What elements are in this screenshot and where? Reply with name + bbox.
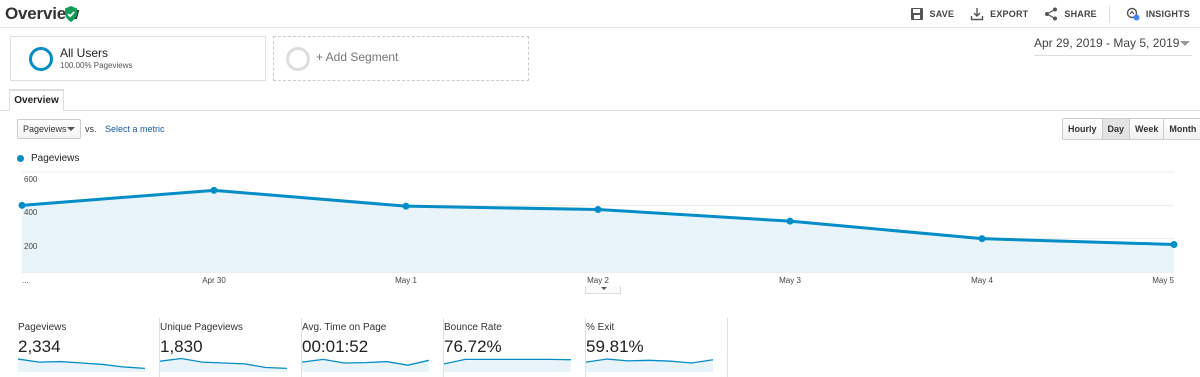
add-segment-button[interactable]: + Add Segment	[273, 36, 529, 81]
metric-dropdown[interactable]: Pageviews	[17, 119, 81, 139]
scorecard[interactable]: Bounce Rate 76.72%	[444, 318, 586, 377]
top-bar: Overview SAVE EXPORT SHARE INSIGHTS	[0, 0, 1200, 28]
pageviews-chart[interactable]: 600 400 200... Apr 30 May 1 May 2 May 3 May 4 Ma…	[0, 165, 1200, 290]
sparkline	[302, 358, 429, 372]
scorecards: Pageviews 2,334 Unique Pageviews 1,830 Avg. …	[0, 318, 1200, 377]
data-point[interactable]	[786, 217, 794, 225]
metric-dropdown-value: Pageviews	[23, 124, 67, 134]
data-point[interactable]	[402, 202, 410, 210]
chart-svg	[18, 171, 1178, 273]
add-segment-label: + Add Segment	[316, 50, 399, 64]
day-button[interactable]: Day	[1101, 119, 1130, 139]
sparkline-area	[444, 359, 571, 372]
save-label: SAVE	[929, 9, 955, 19]
data-point[interactable]	[978, 235, 986, 243]
scorecard-label: % Exit	[586, 322, 615, 333]
date-range-label: Apr 29, 2019 - May 5, 2019	[1034, 36, 1180, 50]
x-tick-label: May 2	[587, 276, 609, 285]
segment-name: All Users	[60, 46, 109, 60]
chart-legend: Pageviews	[17, 153, 79, 164]
data-point[interactable]	[594, 206, 602, 213]
chevron-down-icon	[67, 127, 75, 131]
scorecard[interactable]: Avg. Time on Page 00:01:52	[302, 318, 444, 377]
scorecard-label: Avg. Time on Page	[302, 322, 387, 333]
x-tick-label: May 3	[779, 276, 801, 285]
segment-ring-icon	[29, 47, 53, 71]
insights-label: INSIGHTS	[1145, 9, 1190, 19]
sparkline	[444, 358, 571, 372]
share-label: SHARE	[1064, 9, 1097, 19]
save-button[interactable]: SAVE	[910, 7, 955, 21]
hourly-button[interactable]: Hourly	[1063, 119, 1102, 139]
insights-button[interactable]: INSIGHTS	[1126, 7, 1190, 21]
header-actions: SAVE EXPORT SHARE INSIGHTS	[894, 5, 1190, 23]
sparkline	[18, 358, 145, 372]
y-tick-label: 200	[24, 241, 38, 251]
scorecard-label: Bounce Rate	[444, 322, 502, 333]
legend-dot-icon	[17, 155, 24, 162]
action-divider	[1108, 5, 1110, 23]
sparkline-area	[160, 358, 287, 372]
sparkline-area	[302, 359, 429, 372]
export-icon	[970, 8, 984, 21]
series-area	[22, 190, 1174, 272]
x-tick-label: May 1	[395, 276, 417, 285]
sparkline-area	[18, 359, 145, 372]
tab-overview[interactable]: Overview	[9, 89, 64, 111]
verified-shield-icon	[65, 6, 77, 22]
x-tick-label: May 5	[1152, 276, 1174, 285]
export-button[interactable]: EXPORT	[970, 7, 1028, 21]
collapse-chart-handle[interactable]	[585, 286, 621, 294]
save-icon	[910, 8, 923, 20]
data-point[interactable]	[1170, 241, 1178, 248]
scorecard-label: Unique Pageviews	[160, 322, 243, 333]
scorecard[interactable]: % Exit 59.81%	[586, 318, 728, 377]
data-point[interactable]	[210, 186, 218, 194]
week-button[interactable]: Week	[1129, 119, 1164, 139]
x-tick-label: May 4	[971, 276, 993, 285]
share-button[interactable]: SHARE	[1044, 7, 1097, 21]
granularity-toggle: Hourly Day Week Month	[1062, 118, 1200, 140]
scorecard[interactable]: Pageviews 2,334	[18, 318, 160, 377]
empty-segment-ring-icon	[286, 47, 310, 71]
scorecard[interactable]: Unique Pageviews 1,830	[160, 318, 302, 377]
insights-icon	[1126, 7, 1140, 21]
share-icon	[1045, 7, 1058, 21]
segment-percentage: 100.00% Pageviews	[60, 61, 133, 70]
month-button[interactable]: Month	[1163, 119, 1200, 139]
x-tick-label: Apr 30	[202, 276, 226, 285]
sparkline	[160, 357, 287, 372]
vs-label: vs.	[85, 124, 97, 134]
tab-divider	[0, 110, 1200, 111]
sparkline-area	[586, 359, 713, 372]
legend-label: Pageviews	[31, 153, 80, 164]
scorecard-label: Pageviews	[18, 322, 67, 333]
segment-all-users[interactable]: All Users 100.00% Pageviews	[10, 36, 266, 81]
x-tick-label: ...	[22, 276, 29, 285]
y-tick-label: 600	[24, 175, 38, 184]
chevron-down-icon	[1180, 41, 1190, 46]
select-metric-link[interactable]: Select a metric	[105, 124, 165, 134]
export-label: EXPORT	[990, 9, 1029, 19]
date-range-picker[interactable]: Apr 29, 2019 - May 5, 2019	[1034, 36, 1192, 56]
sparkline	[586, 358, 713, 372]
y-tick-label: 400	[24, 208, 38, 218]
